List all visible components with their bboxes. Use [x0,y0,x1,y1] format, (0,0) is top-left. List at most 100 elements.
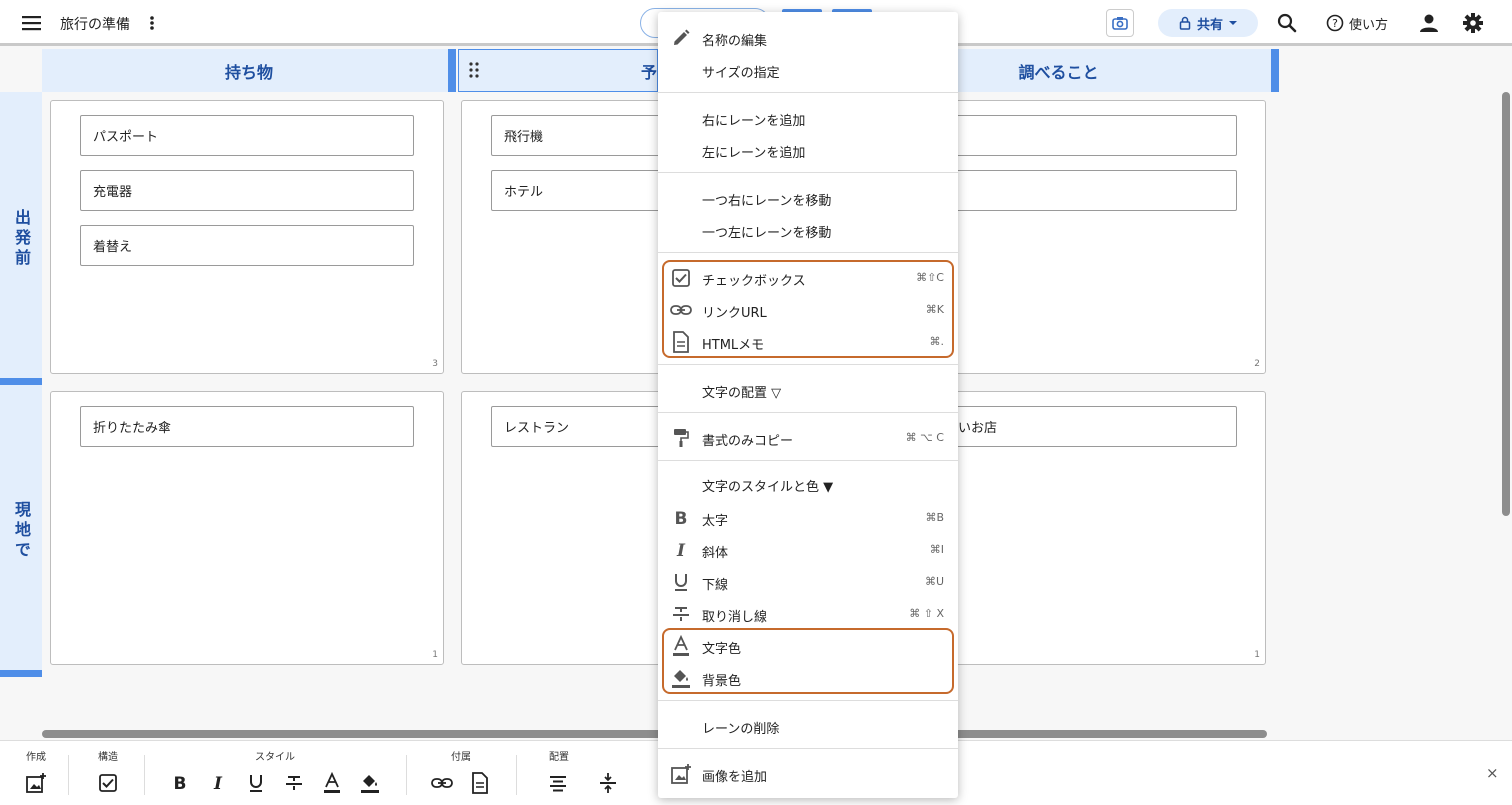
menu-item-background-color[interactable]: 背景色 [658,662,958,694]
lane-cell[interactable]: 飛行機 ホテル [461,100,691,374]
menu-item-label: 右にレーンを追加 [702,114,806,129]
toolbar-separator [68,755,69,795]
toolbar-group-create: 作成 [16,741,56,805]
card[interactable]: 着替え [80,225,414,266]
drag-handle-icon[interactable] [469,62,479,78]
menu-item-label: 太字 [702,514,729,529]
menu-item-label: 斜体 [702,546,729,561]
menu-item-checkbox[interactable]: チェックボックス ⌘⇧C [658,262,958,294]
svg-text:I: I [676,541,686,560]
menu-item-shortcut: ⌘B [925,511,944,524]
toolbar-group-attach: 付属 [422,741,500,805]
fill-color-icon[interactable] [358,771,382,795]
column-header-research[interactable]: 調べること [958,49,1279,92]
card[interactable] [941,170,1237,211]
menu-item-delete-lane[interactable]: レーンの削除 [658,710,958,742]
share-button[interactable]: 共有 [1158,9,1258,37]
card[interactable]: 充電器 [80,170,414,211]
svg-text:I: I [213,774,223,793]
menu-item-underline[interactable]: 下線 ⌘U [658,566,958,598]
menu-item-link-url[interactable]: リンクURL ⌘K [658,294,958,326]
group-label: 構造 [98,752,118,763]
menu-item-html-memo[interactable]: HTMLメモ ⌘. [658,326,958,358]
menu-item-shortcut: ⌘ ⇧ X [909,607,944,620]
column-resize-handle[interactable] [448,49,456,92]
row-title: 現地で [12,501,31,561]
menu-separator [658,92,958,93]
lane-cell[interactable]: パスポート 充電器 着替え 3 [50,100,444,374]
card-count: 3 [432,359,438,369]
menu-item-move-lane-left[interactable]: 一つ左にレーンを移動 [658,214,958,246]
lane-cell[interactable]: レストラン [461,391,691,665]
menu-separator [658,412,958,413]
row-resize-handle[interactable] [0,670,42,677]
document-icon [670,331,692,353]
menu-item-rename[interactable]: 名称の編集 [658,22,958,54]
card-count: 2 [1254,359,1260,369]
help-button[interactable]: ? 使い方 [1326,12,1388,34]
help-icon: ? [1326,14,1344,32]
menu-item-move-lane-right[interactable]: 一つ右にレーンを移動 [658,182,958,214]
hamburger-menu-icon[interactable] [21,13,43,33]
menu-item-label: チェックボックス [702,274,806,289]
menu-item-copy-format[interactable]: 書式のみコピー ⌘ ⌥ C [658,422,958,454]
checkbox-icon [670,267,692,289]
camera-button[interactable] [1106,9,1134,37]
card[interactable]: いお店 [941,406,1237,447]
vertical-scrollbar[interactable] [1502,92,1510,516]
document-icon[interactable] [468,771,492,795]
lock-icon [1179,16,1191,30]
menu-item-label: 画像を追加 [702,770,768,785]
bold-icon[interactable]: B [168,771,192,795]
search-icon[interactable] [1276,12,1298,34]
column-header-reservations[interactable]: 予 [458,49,658,92]
board-title[interactable]: 旅行の準備 [60,14,130,34]
column-resize-handle[interactable] [1271,49,1279,92]
more-vert-icon[interactable] [146,14,158,32]
lane-cell[interactable]: いお店 1 [940,391,1266,665]
close-toolbar-icon[interactable]: × [1486,764,1499,782]
toolbar-separator [144,755,145,795]
toolbar-separator [516,755,517,795]
menu-item-add-lane-right[interactable]: 右にレーンを追加 [658,102,958,134]
menu-item-shortcut: ⌘. [929,335,945,348]
underline-icon[interactable] [244,771,268,795]
menu-item-text-color[interactable]: 文字色 [658,630,958,662]
account-icon[interactable] [1418,12,1440,34]
menu-item-add-image[interactable]: 画像を追加 [658,758,958,790]
card[interactable]: 折りたたみ傘 [80,406,414,447]
text-color-icon[interactable] [320,771,344,795]
lane-cell[interactable]: 2 [940,100,1266,374]
menu-item-set-size[interactable]: サイズの指定 [658,54,958,86]
gear-icon[interactable] [1462,12,1484,34]
camera-icon [1112,16,1128,30]
italic-icon[interactable]: I [206,771,230,795]
menu-item-text-alignment[interactable]: 文字の配置 ▽ [658,374,958,406]
menu-item-strikethrough[interactable]: 取り消し線 ⌘ ⇧ X [658,598,958,630]
vertical-align-center-icon[interactable] [596,771,620,795]
menu-item-text-style-color[interactable]: 文字のスタイルと色 ▼ [658,468,958,500]
menu-item-italic[interactable]: I 斜体 ⌘I [658,534,958,566]
column-header-items[interactable]: 持ち物 [42,49,456,92]
add-card-icon[interactable] [24,771,48,795]
menu-item-label: 背景色 [702,674,742,689]
bold-icon: B [670,507,692,529]
svg-text:?: ? [1332,17,1338,30]
menu-item-label: 取り消し線 [702,610,768,625]
menu-item-label: 文字のスタイルと色 ▼ [702,480,834,495]
menu-item-bold[interactable]: B 太字 ⌘B [658,502,958,534]
menu-item-add-lane-left[interactable]: 左にレーンを追加 [658,134,958,166]
card[interactable]: パスポート [80,115,414,156]
card[interactable] [941,115,1237,156]
row-header-on-site[interactable]: 現地で [0,385,42,677]
link-icon[interactable] [430,771,454,795]
row-header-before-departure[interactable]: 出発前 [0,92,42,385]
row-resize-handle[interactable] [0,378,42,385]
align-center-icon[interactable] [546,771,570,795]
group-label: 付属 [451,752,471,763]
checkbox-icon[interactable] [96,771,120,795]
horizontal-scrollbar[interactable] [42,730,1267,738]
strikethrough-icon[interactable] [282,771,306,795]
lane-cell[interactable]: 折りたたみ傘 1 [50,391,444,665]
fill-color-icon [670,667,692,689]
